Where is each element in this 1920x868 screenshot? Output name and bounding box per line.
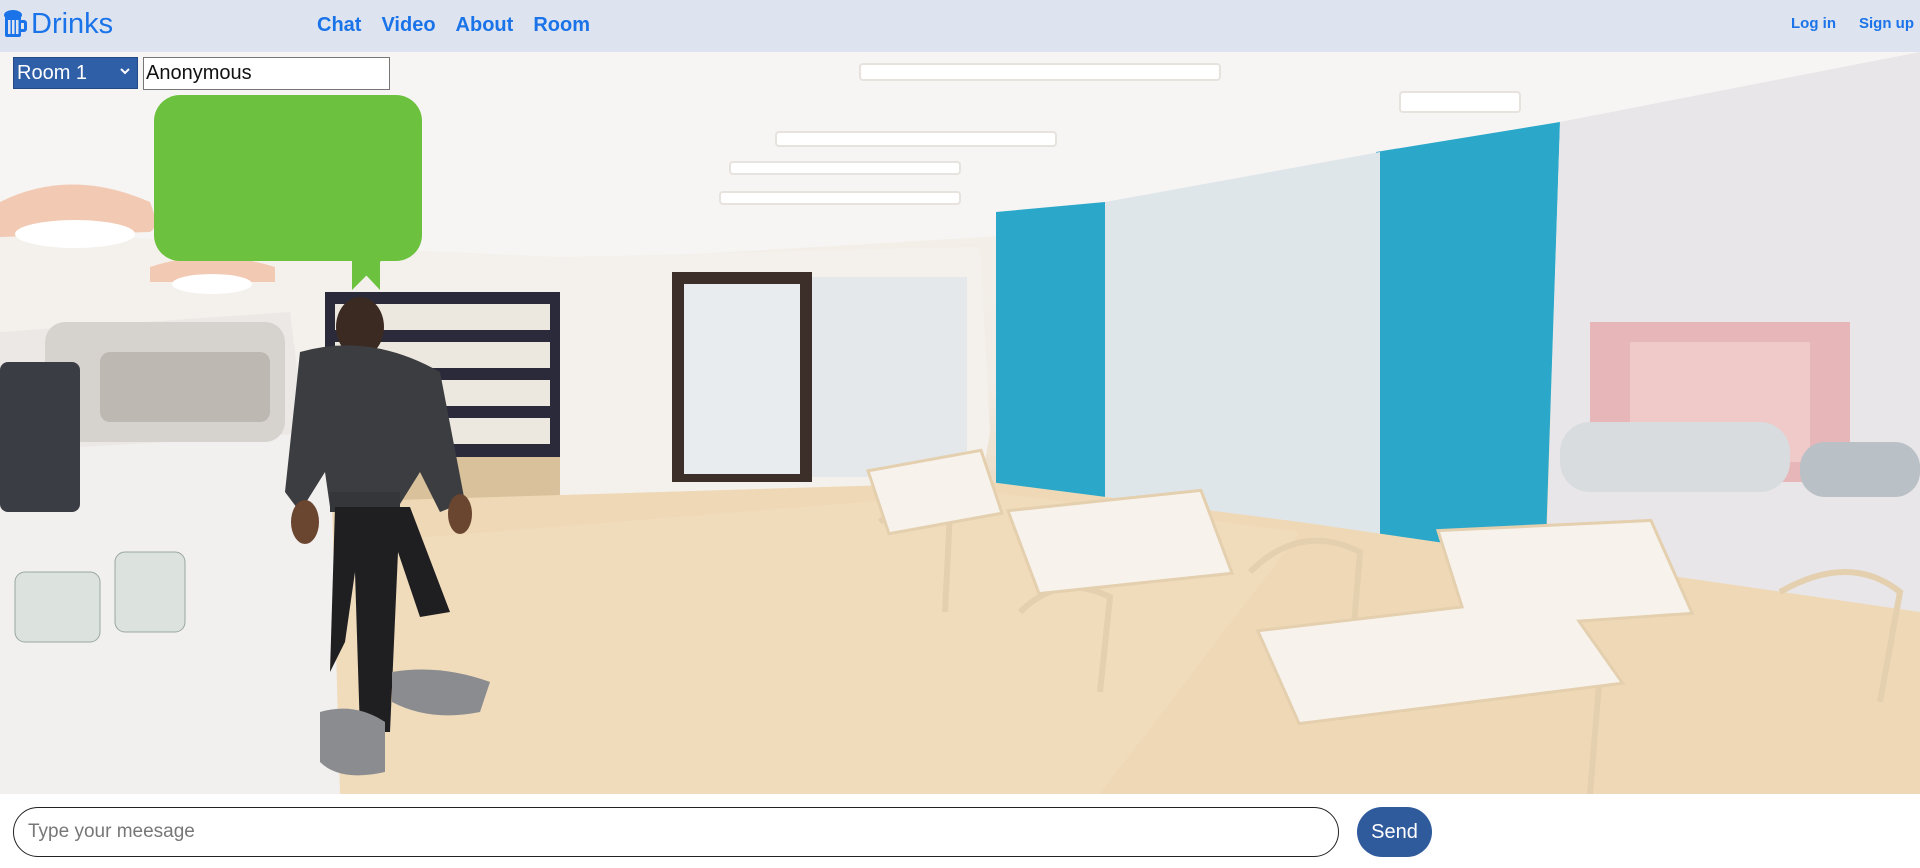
top-navbar: Drinks Chat Video About Room Log in Sign… bbox=[0, 0, 1920, 52]
auth-links: Log in Sign up bbox=[1768, 15, 1914, 32]
speech-bubble-tail-left bbox=[350, 258, 380, 290]
nav-room[interactable]: Room bbox=[533, 12, 590, 38]
speech-bubble bbox=[154, 95, 422, 261]
send-button[interactable]: Send bbox=[1357, 807, 1432, 857]
message-input[interactable] bbox=[13, 807, 1339, 857]
brand-link[interactable]: Drinks bbox=[2, 6, 113, 42]
beer-mug-icon bbox=[4, 10, 27, 37]
nav-about[interactable]: About bbox=[456, 12, 514, 38]
room-select[interactable]: Room 1 bbox=[13, 57, 138, 89]
signup-link[interactable]: Sign up bbox=[1859, 15, 1914, 32]
nav-video[interactable]: Video bbox=[381, 12, 435, 38]
login-link[interactable]: Log in bbox=[1791, 15, 1836, 32]
username-input[interactable] bbox=[143, 57, 390, 90]
brand-name: Drinks bbox=[31, 7, 114, 40]
nav-chat[interactable]: Chat bbox=[317, 12, 361, 38]
main-nav: Chat Video About Room bbox=[317, 12, 610, 38]
